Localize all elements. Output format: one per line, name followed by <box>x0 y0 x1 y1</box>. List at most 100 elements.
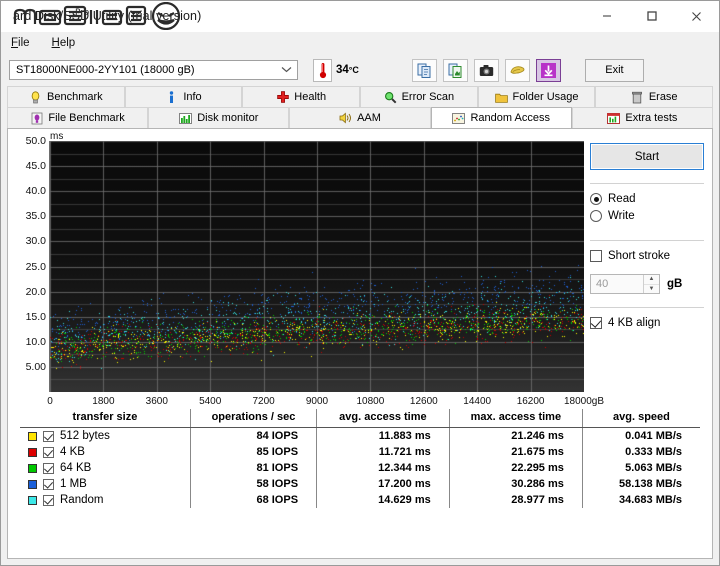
cell-max-access-value: 21.675 <box>511 446 548 458</box>
legend-label: 64 KB <box>60 462 92 474</box>
short-stroke-value[interactable]: 40 <box>591 278 643 290</box>
cell-transfer-size[interactable]: 512 bytes <box>20 428 190 445</box>
close-button[interactable] <box>674 1 719 31</box>
y-tick-label: 15.0 <box>25 310 46 323</box>
start-button[interactable]: Start <box>590 143 704 170</box>
checkbox-short-stroke[interactable]: Short stroke <box>590 250 704 262</box>
tab-erase-label: Erase <box>648 91 678 103</box>
divider-3 <box>590 307 704 308</box>
tab-benchmark[interactable]: Benchmark <box>7 86 125 107</box>
scatter-icon <box>452 112 466 125</box>
hand-icon[interactable] <box>504 58 530 82</box>
cell-iops-unit: IOPS <box>271 494 299 506</box>
x-tick-label: 3600 <box>145 396 168 407</box>
tab-file-benchmark[interactable]: File Benchmark <box>7 107 149 128</box>
cell-avg-speed-unit: MB/s <box>655 446 682 458</box>
cell-avg-access-unit: ms <box>414 478 431 490</box>
tab-info[interactable]: Info <box>124 86 243 107</box>
legend-cell: 512 bytes <box>26 430 184 442</box>
x-tick-label: 0 <box>47 396 53 407</box>
drive-select-value: ST18000NE000-2YY101 (18000 gB) <box>16 64 195 76</box>
results-table: transfer size operations / sec avg. acce… <box>20 409 700 508</box>
col-avg-speed: avg. speed <box>581 409 700 428</box>
exit-button[interactable]: Exit <box>584 58 644 82</box>
minimize-button[interactable] <box>584 1 629 31</box>
content-pane: ms 50.0 45.0 40.0 35.0 30.0 25.0 20.0 15.0 10.0 5… <box>7 128 713 559</box>
tab-row-1: Benchmark Info Health Error Scan Folder … <box>7 86 714 107</box>
temperature-indicator: 34°C <box>313 58 359 82</box>
cross-icon <box>276 91 289 104</box>
camera-icon[interactable] <box>473 58 499 82</box>
toolbar-buttons <box>411 58 561 82</box>
tab-folder-usage[interactable]: Folder Usage <box>477 86 596 107</box>
magnifier-icon <box>384 91 397 104</box>
x-tick-label: 18000gB <box>563 396 605 407</box>
cell-iops: 81 IOPS <box>189 460 317 476</box>
align-checkbox[interactable] <box>590 317 602 329</box>
cell-max-access: 28.977 ms <box>448 492 583 508</box>
cell-transfer-size[interactable]: 4 KB <box>20 444 190 460</box>
cell-iops-value: 58 <box>256 478 272 490</box>
y-axis-line <box>49 141 50 392</box>
drive-select[interactable]: ST18000NE000-2YY101 (18000 gB) <box>9 60 298 80</box>
cell-avg-access: 11.883 ms <box>316 427 450 444</box>
cell-transfer-size[interactable]: Random <box>20 492 190 508</box>
tab-benchmark-label: Benchmark <box>47 91 103 103</box>
menu-help[interactable]: Help <box>52 37 76 49</box>
scatter-plot-area <box>50 141 584 392</box>
cell-avg-access: 11.721 ms <box>316 444 450 460</box>
tab-row-2: File Benchmark Disk monitor AAM Random A… <box>7 107 714 128</box>
spinner-down-icon[interactable]: ▼ <box>644 285 659 294</box>
copy-screenshot-icon[interactable] <box>442 58 468 82</box>
menu-file[interactable]: File <box>11 37 30 49</box>
download-arrow-icon[interactable] <box>535 58 561 82</box>
menu-bar: File Help <box>1 32 719 54</box>
toolbar: ST18000NE000-2YY101 (18000 gB) 34°C Exit <box>1 54 719 86</box>
legend-label: 4 KB <box>60 446 85 458</box>
folder-icon <box>494 91 508 104</box>
tab-error-scan[interactable]: Error Scan <box>360 86 478 107</box>
y-axis-tick-labels: 50.0 45.0 40.0 35.0 30.0 25.0 20.0 15.0 10.0 5.00 <box>12 135 46 392</box>
spinner-up-icon[interactable]: ▲ <box>644 275 659 285</box>
legend-checkbox[interactable] <box>43 462 54 474</box>
app-window: ard Disk/SSD Utility (trial version) Pro… <box>0 0 720 566</box>
tab-aam[interactable]: AAM <box>289 107 431 128</box>
radio-read-control[interactable] <box>590 193 602 205</box>
legend-checkbox[interactable] <box>43 430 54 442</box>
tab-disk-monitor[interactable]: Disk monitor <box>148 107 290 128</box>
cell-max-access-value: 22.295 <box>511 462 548 474</box>
tab-info-label: Info <box>183 91 202 103</box>
cell-iops-value: 84 <box>256 430 272 442</box>
legend-label: 512 bytes <box>60 430 110 442</box>
radio-write-control[interactable] <box>590 210 602 222</box>
tab-health[interactable]: Health <box>242 86 361 107</box>
legend-checkbox[interactable] <box>43 494 54 506</box>
cell-transfer-size[interactable]: 64 KB <box>20 460 190 476</box>
cell-transfer-size[interactable]: 1 MB <box>20 476 190 492</box>
cell-avg-access-unit: ms <box>414 462 431 474</box>
legend-checkbox[interactable] <box>43 478 54 490</box>
tab-file-benchmark-label: File Benchmark <box>48 112 125 124</box>
maximize-button[interactable] <box>629 1 674 31</box>
tab-random-access[interactable]: Random Access <box>430 107 572 128</box>
legend-checkbox[interactable] <box>43 446 54 458</box>
checkbox-4kb-align[interactable]: 4 KB align <box>590 317 704 329</box>
x-tick-label: 10800 <box>356 396 385 407</box>
spinner-arrows[interactable]: ▲ ▼ <box>643 275 659 293</box>
short-stroke-checkbox[interactable] <box>590 250 602 262</box>
radio-write[interactable]: Write <box>590 210 704 222</box>
cell-avg-speed-value: 34.683 <box>619 494 656 506</box>
cell-max-access-unit: ms <box>547 462 564 474</box>
trash-icon <box>631 91 644 104</box>
copy-icon[interactable] <box>411 58 437 82</box>
short-stroke-spinner[interactable]: 40 ▲ ▼ <box>590 274 660 294</box>
cell-avg-access-value: 14.629 <box>378 494 415 506</box>
tab-erase[interactable]: Erase <box>595 86 714 107</box>
tab-extra-tests[interactable]: Extra tests <box>571 107 714 128</box>
cell-max-access: 21.246 ms <box>448 427 583 444</box>
radio-read[interactable]: Read <box>590 193 704 205</box>
cell-max-access-unit: ms <box>547 430 564 442</box>
cell-max-access-unit: ms <box>547 478 564 490</box>
tab-folder-usage-label: Folder Usage <box>512 91 579 103</box>
cell-avg-speed-unit: MB/s <box>655 462 682 474</box>
